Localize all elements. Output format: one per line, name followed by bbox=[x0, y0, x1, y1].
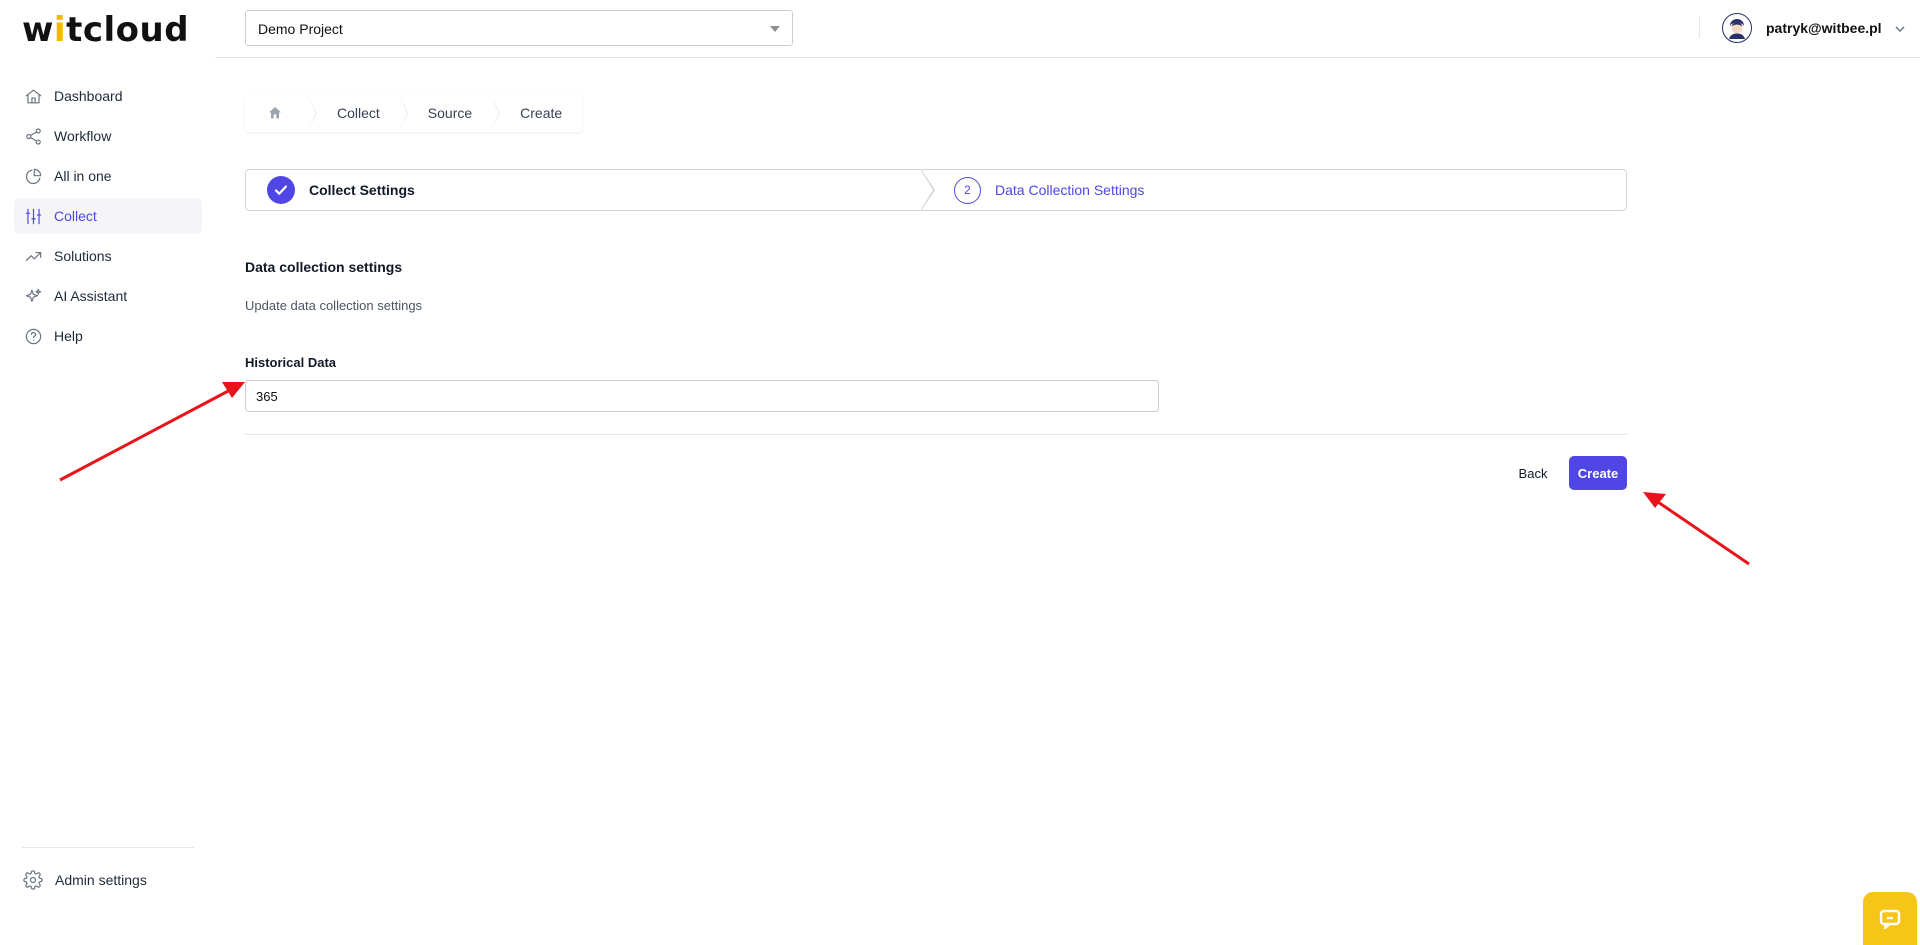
sidebar-item-label: Solutions bbox=[54, 248, 112, 264]
sidebar-item-label: Dashboard bbox=[54, 88, 123, 104]
sidebar-item-label: AI Assistant bbox=[54, 288, 128, 304]
sidebar-item-collect[interactable]: Collect bbox=[14, 198, 202, 234]
step-collect-settings[interactable]: Collect Settings bbox=[246, 169, 935, 211]
user-email: patryk@witbee.pl bbox=[1766, 20, 1882, 36]
step-number: 2 bbox=[954, 176, 981, 204]
historical-data-label: Historical Data bbox=[245, 355, 337, 370]
user-menu[interactable]: patryk@witbee.pl bbox=[1722, 13, 1906, 43]
annotation-arrows bbox=[59, 382, 1750, 566]
top-bar: Demo Project patryk@witbee.pl bbox=[215, 0, 1920, 58]
admin-settings-label: Admin settings bbox=[55, 872, 147, 888]
sidebar-item-label: Collect bbox=[54, 208, 97, 224]
project-select-value: Demo Project bbox=[258, 21, 343, 37]
sidebar-nav: Dashboard Workflow All in one Collect So… bbox=[14, 78, 202, 358]
breadcrumb-home[interactable] bbox=[245, 94, 317, 132]
section-title: Data collection settings bbox=[245, 259, 403, 275]
witcloud-logo[interactable]: witcloud bbox=[22, 10, 189, 50]
home-icon bbox=[269, 107, 281, 119]
arrow-to-create-button bbox=[1643, 492, 1750, 566]
check-icon bbox=[267, 176, 295, 204]
sidebar: witcloud Dashboard Workflow All in one C… bbox=[0, 0, 215, 945]
pie-chart-icon bbox=[23, 166, 43, 186]
chat-icon bbox=[1879, 909, 1901, 929]
create-button[interactable]: Create bbox=[1569, 456, 1627, 490]
chevron-down-icon bbox=[1894, 22, 1906, 34]
sidebar-item-label: All in one bbox=[54, 168, 112, 184]
sidebar-item-label: Workflow bbox=[54, 128, 112, 144]
sidebar-divider bbox=[22, 847, 194, 848]
sidebar-item-ai-assistant[interactable]: AI Assistant bbox=[14, 278, 202, 314]
caret-down-icon bbox=[770, 26, 780, 32]
user-separator bbox=[1699, 16, 1700, 38]
project-select[interactable]: Demo Project bbox=[245, 10, 793, 46]
breadcrumb-source[interactable]: Source bbox=[400, 94, 501, 132]
step-data-collection-settings[interactable]: 2 Data Collection Settings bbox=[921, 170, 1144, 210]
home-icon bbox=[23, 86, 43, 106]
sidebar-item-help[interactable]: Help bbox=[14, 318, 202, 354]
step-label: Collect Settings bbox=[309, 182, 415, 198]
gear-icon bbox=[23, 870, 43, 890]
sidebar-item-all-in-one[interactable]: All in one bbox=[14, 158, 202, 194]
breadcrumb-collect[interactable]: Collect bbox=[309, 94, 408, 132]
sidebar-item-label: Help bbox=[54, 328, 83, 344]
avatar bbox=[1722, 13, 1752, 43]
sliders-icon bbox=[23, 206, 43, 226]
breadcrumb-create: Create bbox=[520, 105, 563, 121]
breadcrumb: Collect Source Create bbox=[245, 94, 583, 132]
wizard-stepper: Collect Settings 2 Data Collection Setti… bbox=[245, 169, 1627, 211]
sparkles-icon bbox=[23, 286, 43, 306]
sidebar-item-solutions[interactable]: Solutions bbox=[14, 238, 202, 274]
content-divider bbox=[245, 434, 1627, 435]
share-nodes-icon bbox=[23, 126, 43, 146]
trending-up-icon bbox=[23, 246, 43, 266]
question-circle-icon bbox=[23, 326, 43, 346]
admin-settings-link[interactable]: Admin settings bbox=[23, 870, 147, 890]
back-button[interactable]: Back bbox=[1508, 456, 1558, 490]
chat-widget-button[interactable] bbox=[1863, 892, 1917, 945]
sidebar-item-workflow[interactable]: Workflow bbox=[14, 118, 202, 154]
step-label: Data Collection Settings bbox=[995, 182, 1145, 198]
sidebar-item-dashboard[interactable]: Dashboard bbox=[14, 78, 202, 114]
historical-data-input[interactable] bbox=[245, 380, 1159, 412]
section-description: Update data collection settings bbox=[245, 298, 423, 313]
